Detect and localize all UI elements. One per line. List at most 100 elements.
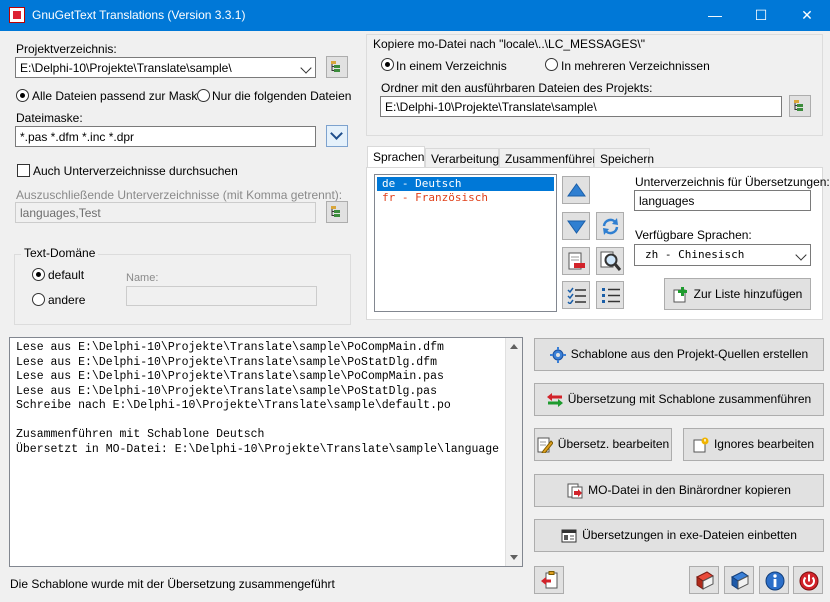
magnifier-icon <box>600 251 622 271</box>
scroll-down-icon[interactable] <box>510 555 518 560</box>
tab-zusammenfuehren[interactable]: Zusammenführen <box>499 148 599 168</box>
radio-many-dirs[interactable] <box>545 58 558 71</box>
log-line: Übersetzt in MO-Datei: E:\Delphi-10\Proj… <box>16 442 500 456</box>
move-up-button[interactable] <box>562 176 590 204</box>
available-languages-value: zh - Chinesisch <box>645 248 745 261</box>
list-item[interactable]: fr - Französisch <box>377 191 554 205</box>
exclude-label: Auszuschließende Unterverzeichnisse (mit… <box>16 188 343 202</box>
list-view-button[interactable] <box>596 281 624 309</box>
available-languages-combo[interactable]: zh - Chinesisch <box>634 244 811 266</box>
chevron-down-icon <box>330 127 343 140</box>
app-icon <box>9 7 25 23</box>
edit-translation-label: Übersetz. bearbeiten <box>557 437 670 451</box>
radio-domain-other[interactable] <box>32 293 45 306</box>
log-line: Lese aus E:\Delphi-10\Projekte\Translate… <box>16 384 437 398</box>
radio-domain-default[interactable] <box>32 268 45 281</box>
title-bar: GnuGetText Translations (Version 3.3.1) … <box>0 0 830 31</box>
exe-dir-input[interactable]: E:\Delphi-10\Projekte\Translate\sample\ <box>380 96 782 117</box>
copy-mo-button[interactable]: MO-Datei in den Binärordner kopieren <box>534 474 824 507</box>
embed-button[interactable]: Übersetzungen in exe-Dateien einbetten <box>534 519 824 552</box>
edit-ignores-label: Ignores bearbeiten <box>713 437 815 451</box>
merge-button[interactable]: Übersetzung mit Schablone zusammenführen <box>534 383 824 416</box>
radio-domain-other-label: andere <box>48 293 86 307</box>
mask-label: Dateimaske: <box>16 111 83 125</box>
edit-ignores-button[interactable]: Ignores bearbeiten <box>683 428 824 461</box>
create-template-button[interactable]: Schablone aus den Projekt-Quellen erstel… <box>534 338 824 371</box>
log-scrollbar[interactable] <box>505 338 522 566</box>
browse-exclude-button[interactable] <box>326 201 348 223</box>
radio-selected-files-label: Nur die folgenden Dateien <box>212 89 352 103</box>
log-line: Schreibe nach E:\Delphi-10\Projekte\Tran… <box>16 399 451 412</box>
search-language-button[interactable] <box>596 247 624 275</box>
domain-name-input[interactable] <box>126 286 317 306</box>
tab-speichern[interactable]: Speichern <box>594 148 654 168</box>
radio-all-files-label: Alle Dateien passend zur Maske <box>32 89 205 103</box>
project-dir-value: E:\Delphi-10\Projekte\Translate\sample\ <box>20 61 232 75</box>
exe-dir-label: Ordner mit den ausführbaren Dateien des … <box>381 81 653 95</box>
delete-language-button[interactable] <box>562 247 590 275</box>
subdirs-label: Auch Unterverzeichnisse durchsuchen <box>33 164 238 178</box>
arrow-up-icon <box>567 183 586 197</box>
log-line: Lese aus E:\Delphi-10\Projekte\Translate… <box>16 370 444 383</box>
help-book-red-button[interactable] <box>689 566 719 594</box>
log-output[interactable]: Lese aus E:\Delphi-10\Projekte\Translate… <box>9 337 523 567</box>
mo-copy-title: Kopiere mo-Datei nach "locale\..\LC_MESS… <box>373 37 645 51</box>
arrow-down-icon <box>567 220 586 234</box>
delete-document-icon <box>568 252 585 270</box>
domain-name-label: Name: <box>126 272 159 284</box>
log-line: Lese aus E:\Delphi-10\Projekte\Translate… <box>16 355 437 369</box>
add-to-list-button[interactable]: Zur Liste hinzufügen <box>664 278 811 310</box>
embed-label: Übersetzungen in exe-Dateien einbetten <box>582 528 797 542</box>
export-button[interactable] <box>534 566 564 594</box>
tab-sprachen[interactable]: Sprachen <box>367 146 425 168</box>
create-template-label: Schablone aus den Projekt-Quellen erstel… <box>570 347 809 361</box>
edit-translation-button[interactable]: Übersetz. bearbeiten <box>534 428 672 461</box>
radio-selected-files[interactable] <box>197 89 210 102</box>
close-button[interactable]: ✕ <box>784 0 830 31</box>
status-text: Die Schablone wurde mit der Übersetzung … <box>10 577 335 591</box>
help-book-blue-button[interactable] <box>724 566 754 594</box>
mask-dropdown-button[interactable] <box>326 125 348 147</box>
add-document-icon <box>673 287 687 303</box>
project-dir-combo[interactable]: E:\Delphi-10\Projekte\Translate\sample\ <box>15 57 316 78</box>
exclude-input[interactable]: languages,Test <box>15 202 316 223</box>
gear-icon <box>549 347 566 363</box>
minimize-button[interactable]: — <box>692 0 738 31</box>
browse-exe-dir-button[interactable] <box>789 95 811 117</box>
info-icon <box>765 571 785 591</box>
ignore-document-icon <box>693 437 709 453</box>
available-languages-label: Verfügbare Sprachen: <box>635 228 752 242</box>
language-list[interactable]: de - Deutsch fr - Französisch <box>374 174 557 312</box>
chevron-down-icon <box>795 249 807 261</box>
embed-window-icon <box>561 529 577 543</box>
radio-domain-default-label: default <box>48 268 85 282</box>
refresh-icon <box>602 218 619 235</box>
radio-one-dir[interactable] <box>381 58 394 71</box>
text-domain-title: Text-Domäne <box>21 246 99 260</box>
scroll-up-icon[interactable] <box>510 344 518 349</box>
bullet-list-icon <box>602 288 620 303</box>
edit-document-icon <box>537 437 553 453</box>
tab-verarbeitung[interactable]: Verarbeitung <box>425 148 499 168</box>
log-lines: Lese aus E:\Delphi-10\Projekte\Translate… <box>10 338 522 457</box>
list-item[interactable]: de - Deutsch <box>376 176 555 192</box>
maximize-button[interactable]: ☐ <box>738 0 784 31</box>
subdir-translations-label: Unterverzeichnis für Übersetzungen: <box>635 175 830 189</box>
power-icon <box>799 571 819 591</box>
move-down-button[interactable] <box>562 212 590 240</box>
mask-input[interactable]: *.pas *.dfm *.inc *.dpr <box>15 126 316 147</box>
exit-button[interactable] <box>793 566 823 594</box>
checklist-icon <box>567 287 586 304</box>
refresh-button[interactable] <box>596 212 624 240</box>
checklist-button[interactable] <box>562 281 590 309</box>
copy-mo-label: MO-Datei in den Binärordner kopieren <box>588 483 791 497</box>
chevron-down-icon <box>300 62 312 74</box>
folder-tree-icon <box>794 100 803 111</box>
subdirs-checkbox[interactable] <box>17 164 30 177</box>
subdir-translations-input[interactable]: languages <box>634 190 811 211</box>
radio-all-files[interactable] <box>16 89 29 102</box>
merge-label: Übersetzung mit Schablone zusammenführen <box>567 392 812 406</box>
info-button[interactable] <box>759 566 789 594</box>
browse-project-dir-button[interactable] <box>326 56 348 78</box>
